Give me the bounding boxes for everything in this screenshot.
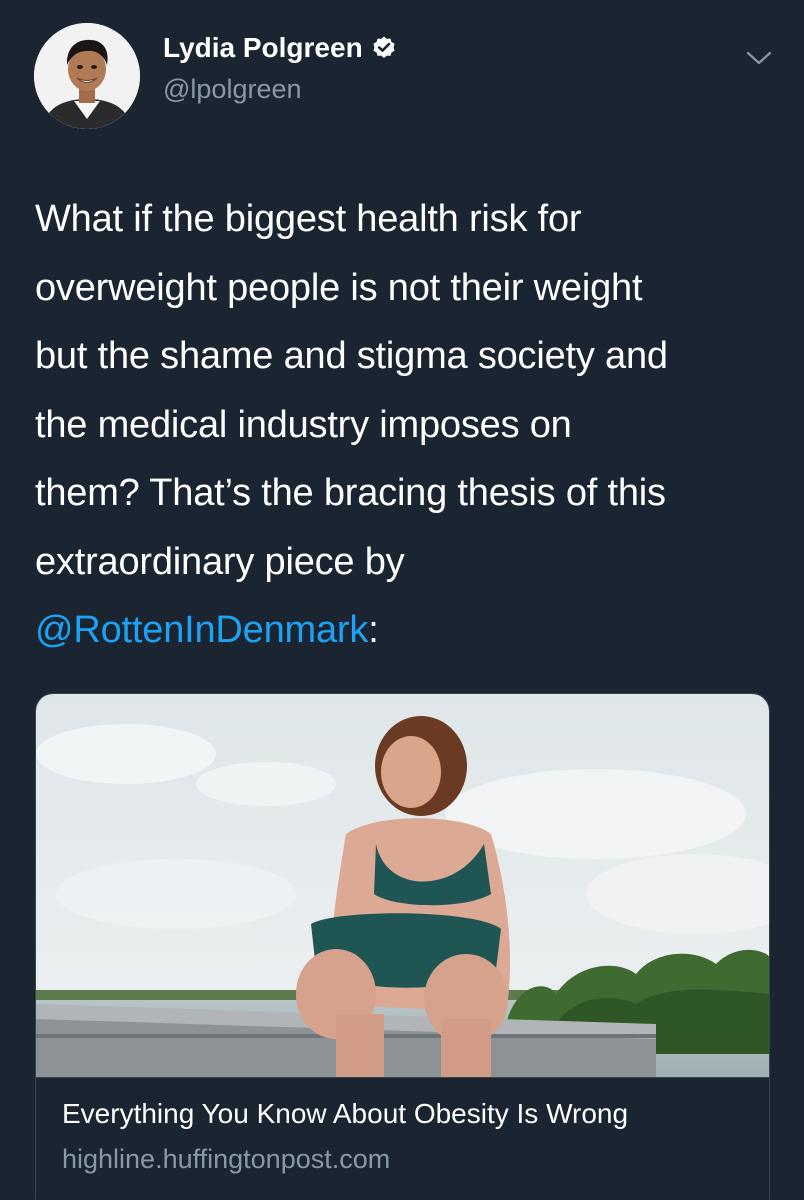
tweet-line: but the shame and stigma society and — [35, 335, 668, 377]
tweet-text: What if the biggest health risk for over… — [35, 185, 775, 665]
card-title[interactable]: Everything You Know About Obesity Is Wro… — [62, 1098, 628, 1130]
avatar[interactable] — [34, 23, 140, 129]
tweet-line: overweight people is not their weight — [35, 266, 643, 309]
author-name-text: Lydia Polgreen — [163, 32, 363, 63]
tweet-line: What if the biggest health risk for — [35, 198, 582, 240]
card-domain: highline.huffingtonpost.com — [62, 1144, 391, 1174]
card-meta[interactable]: Everything You Know About Obesity Is Wro… — [36, 1077, 769, 1174]
link-card[interactable]: Everything You Know About Obesity Is Wro… — [35, 693, 770, 1200]
tweet-line: extraordinary piece by — [35, 540, 405, 583]
card-image[interactable] — [36, 694, 769, 1077]
author-handle[interactable]: @lpolgreen — [163, 74, 302, 105]
mention-suffix: : — [368, 609, 379, 651]
tweet-mention-line: @RottenInDenmark: — [35, 596, 775, 665]
author-display-name[interactable]: Lydia Polgreen — [163, 32, 397, 64]
avatar-photo — [34, 23, 140, 129]
tweet-line: the medical industry imposes on — [35, 403, 572, 446]
chevron-down-icon[interactable] — [744, 46, 774, 70]
verified-badge-icon — [371, 35, 397, 61]
mention-link[interactable]: @RottenInDenmark — [35, 609, 368, 651]
tweet-line: them? That’s the bracing thesis of this — [35, 472, 666, 514]
